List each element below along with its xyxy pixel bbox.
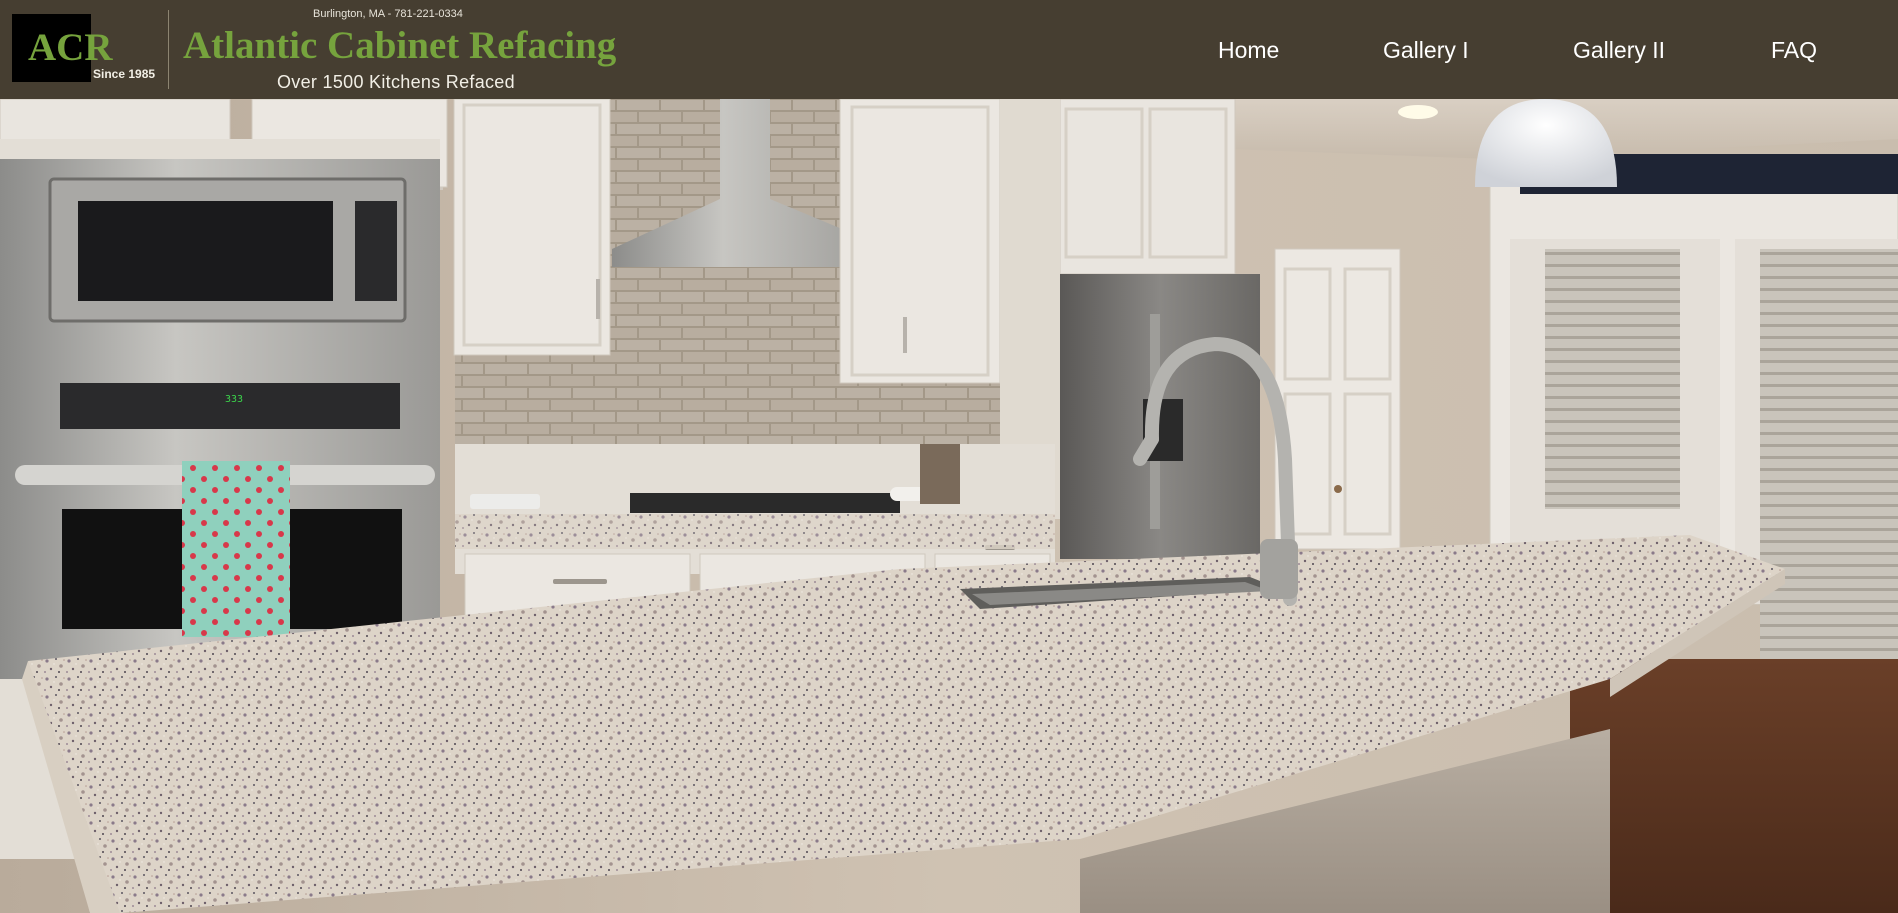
kitchen-illustration: 333 [0, 99, 1898, 913]
nav-gallery-2[interactable]: Gallery II [1573, 37, 1665, 64]
nav-faq[interactable]: FAQ [1771, 37, 1817, 64]
brand-name[interactable]: Atlantic Cabinet Refacing [183, 24, 616, 68]
site-header: ACR Since 1985 Burlington, MA - 781-221-… [0, 0, 1898, 99]
contact-line: Burlington, MA - 781-221-0334 [313, 8, 463, 20]
logo-divider [168, 10, 169, 89]
logo-abbr[interactable]: ACR [28, 28, 113, 67]
logo-since: Since 1985 [93, 67, 156, 81]
nav-home[interactable]: Home [1218, 37, 1279, 64]
nav-gallery-1[interactable]: Gallery I [1383, 37, 1469, 64]
oven-display: 333 [225, 394, 243, 405]
hero-kitchen-image: 333 [0, 99, 1898, 913]
tagline: Over 1500 Kitchens Refaced [277, 72, 515, 92]
